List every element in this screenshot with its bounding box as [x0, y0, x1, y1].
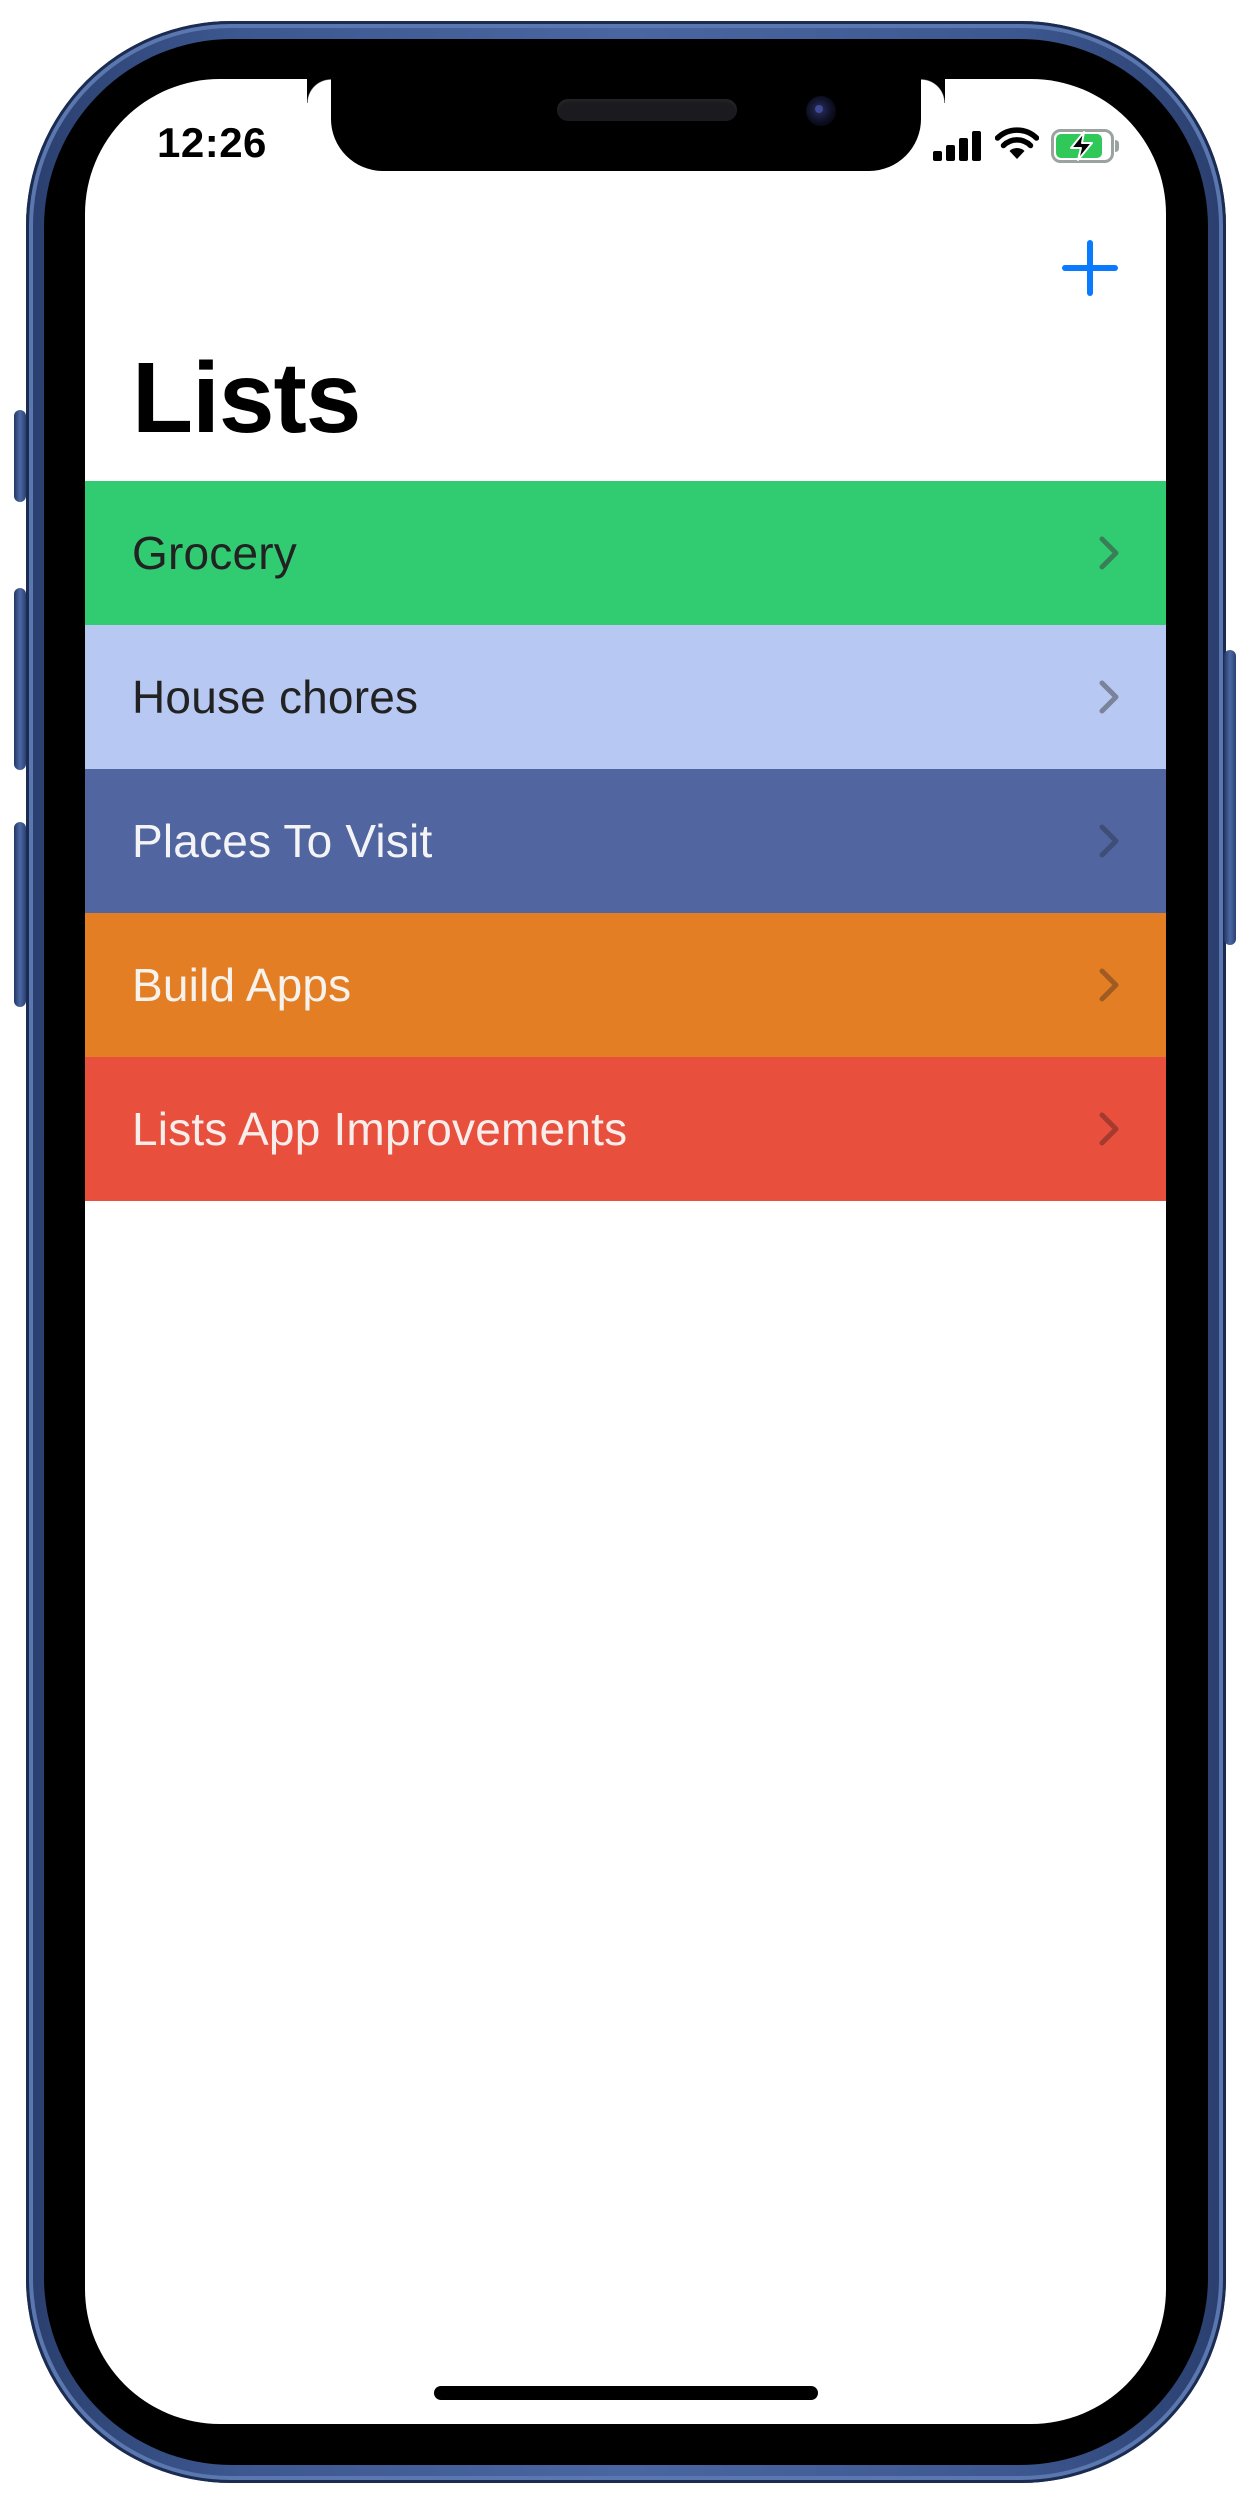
list-row[interactable]: Places To Visit [85, 769, 1166, 913]
list-row[interactable]: Build Apps [85, 913, 1166, 1057]
volume-up-button [14, 588, 26, 770]
list-row[interactable]: Grocery [85, 481, 1166, 625]
lists-table: Grocery House chores Places To Visit Bui… [85, 481, 1166, 1201]
front-camera [806, 96, 836, 126]
wifi-icon [995, 127, 1039, 159]
chevron-right-icon [1099, 536, 1119, 570]
list-row-label: Places To Visit [132, 815, 433, 867]
chevron-right-icon [1099, 680, 1119, 714]
page-title: Lists [132, 342, 361, 454]
status-time: 12:26 [157, 119, 267, 166]
list-row-label: Grocery [132, 527, 297, 579]
list-row-label: Lists App Improvements [132, 1103, 628, 1155]
silent-switch [14, 410, 26, 502]
battery-charging-icon [1051, 129, 1119, 163]
notch [331, 79, 945, 171]
list-row[interactable]: House chores [85, 625, 1166, 769]
chevron-right-icon [1099, 968, 1119, 1002]
cellular-signal-icon [933, 131, 981, 161]
home-indicator[interactable] [434, 2386, 818, 2400]
power-button [1224, 650, 1236, 945]
list-row-label: House chores [132, 671, 419, 723]
earpiece-speaker [557, 99, 737, 121]
chevron-right-icon [1099, 1112, 1119, 1146]
add-list-button[interactable] [1059, 237, 1121, 299]
list-row-label: Build Apps [132, 959, 352, 1011]
volume-down-button [14, 822, 26, 1007]
plus-icon [1062, 240, 1118, 296]
list-row[interactable]: Lists App Improvements [85, 1057, 1166, 1201]
chevron-right-icon [1099, 824, 1119, 858]
screen: 12:26 Lists Grocery House chores Places … [85, 79, 1166, 2424]
